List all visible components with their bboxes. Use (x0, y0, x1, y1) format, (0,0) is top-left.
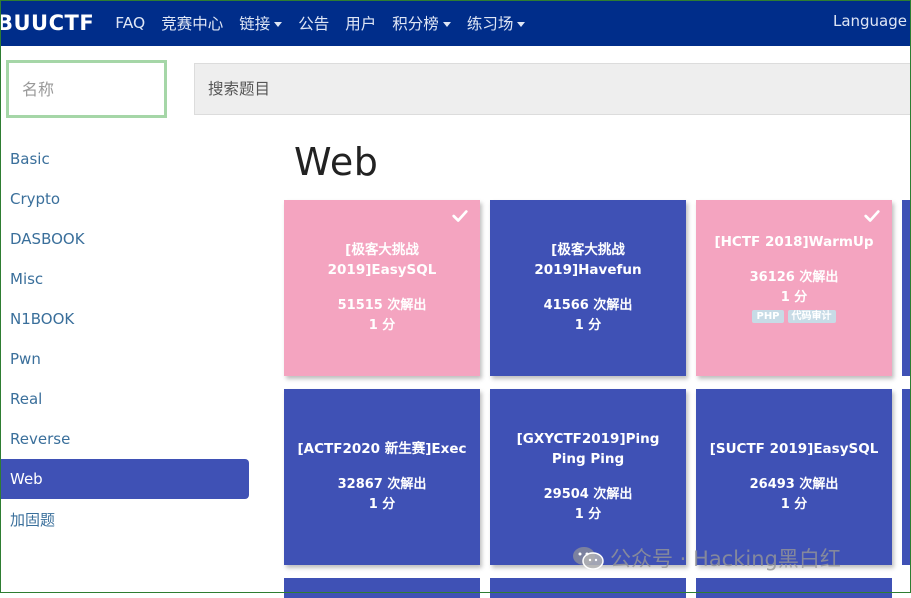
challenge-card[interactable] (902, 389, 911, 565)
sidebar-item-real[interactable]: Real (0, 379, 249, 419)
sidebar-item-misc[interactable]: Misc (0, 259, 249, 299)
language-selector[interactable]: Language (833, 12, 907, 30)
category-sidebar: Basic Crypto DASBOOK Misc N1BOOK Pwn Rea… (0, 139, 249, 539)
sidebar-item-web[interactable]: Web (0, 459, 249, 499)
watermark-text: 公众号 · Hacking黑白红 (610, 547, 841, 571)
challenge-points: 1 分 (368, 318, 396, 333)
check-icon (452, 210, 468, 222)
sidebar-item-hardening[interactable]: 加固题 (0, 499, 249, 539)
challenge-points: 1 分 (780, 497, 808, 512)
sidebar-item-pwn[interactable]: Pwn (0, 339, 249, 379)
challenge-solves: 32867 次解出 (337, 477, 427, 492)
challenge-grid: [极客大挑战 2019]EasySQL 51515 次解出 1 分 [极客大挑战… (284, 200, 911, 565)
tag-badge: 代码审计 (787, 309, 836, 323)
caret-down-icon (274, 21, 283, 27)
caret-down-icon (517, 21, 526, 27)
nav-scoreboard-dropdown[interactable]: 积分榜 (392, 12, 451, 34)
challenge-card[interactable]: [HCTF 2018]WarmUp 36126 次解出 1 分 PHP 代码审计 (696, 200, 892, 376)
check-icon (864, 210, 880, 222)
challenge-solves: 41566 次解出 (543, 298, 633, 313)
challenge-search-input[interactable] (195, 64, 911, 114)
nav-announcements[interactable]: 公告 (298, 12, 329, 34)
top-navbar: BUUCTF FAQ 竞赛中心 链接 公告 用户 积分榜 练习场 Languag… (0, 0, 911, 46)
challenge-solves: 29504 次解出 (543, 487, 633, 502)
brand-logo[interactable]: BUUCTF (0, 11, 94, 35)
challenge-solves: 51515 次解出 (337, 298, 427, 313)
challenge-points: 1 分 (368, 497, 396, 512)
challenge-title: [极客大挑战 2019]Havefun (534, 242, 642, 278)
challenge-title: [GXYCTF2019]Ping Ping Ping (516, 431, 660, 467)
challenge-card[interactable]: [GXYCTF2019]Ping Ping Ping 29504 次解出 1 分 (490, 389, 686, 565)
name-filter-input[interactable] (9, 63, 164, 115)
challenge-points: 1 分 (574, 507, 602, 522)
challenge-card[interactable]: [SUCTF 2019]EasySQL 26493 次解出 1 分 (696, 389, 892, 565)
sidebar-item-crypto[interactable]: Crypto (0, 179, 249, 219)
challenge-card[interactable]: [极客大挑战 2019]Havefun 41566 次解出 1 分 (490, 200, 686, 376)
challenge-solves: 36126 次解出 (749, 269, 839, 285)
challenge-title: [HCTF 2018]WarmUp (714, 233, 874, 250)
nav-competition-center[interactable]: 竞赛中心 (161, 12, 223, 34)
nav-links-dropdown[interactable]: 链接 (239, 12, 283, 34)
challenge-title: [SUCTF 2019]EasySQL (709, 441, 879, 457)
tag-badge: PHP (752, 309, 784, 323)
nav-practice-dropdown[interactable]: 练习场 (467, 12, 526, 34)
challenge-title: [ACTF2020 新生赛]Exec (297, 441, 467, 457)
sidebar-item-basic[interactable]: Basic (0, 139, 249, 179)
challenge-search (194, 63, 911, 115)
challenge-card[interactable]: [极客大挑战 2019]EasySQL 51515 次解出 1 分 (284, 200, 480, 376)
name-filter (6, 60, 167, 118)
challenge-card[interactable] (902, 200, 911, 376)
sidebar-item-reverse[interactable]: Reverse (0, 419, 249, 459)
nav-faq[interactable]: FAQ (115, 14, 145, 32)
challenge-card[interactable] (696, 578, 892, 598)
challenge-row-partial (284, 578, 892, 598)
challenge-card[interactable] (284, 578, 480, 598)
page-title: Web (294, 140, 379, 184)
challenge-card[interactable] (490, 578, 686, 598)
sidebar-item-n1book[interactable]: N1BOOK (0, 299, 249, 339)
challenge-points: 1 分 (780, 289, 808, 305)
challenge-points: 1 分 (574, 318, 602, 333)
challenge-solves: 26493 次解出 (749, 477, 839, 492)
wechat-icon (573, 547, 604, 570)
challenge-title: [极客大挑战 2019]EasySQL (327, 242, 437, 278)
caret-down-icon (442, 21, 451, 27)
challenge-card[interactable]: [ACTF2020 新生赛]Exec 32867 次解出 1 分 (284, 389, 480, 565)
watermark: 公众号 · Hacking黑白红 (572, 543, 841, 573)
tag-list: PHP 代码审计 (752, 309, 836, 323)
sidebar-item-dasbook[interactable]: DASBOOK (0, 219, 249, 259)
nav-users[interactable]: 用户 (345, 12, 376, 34)
